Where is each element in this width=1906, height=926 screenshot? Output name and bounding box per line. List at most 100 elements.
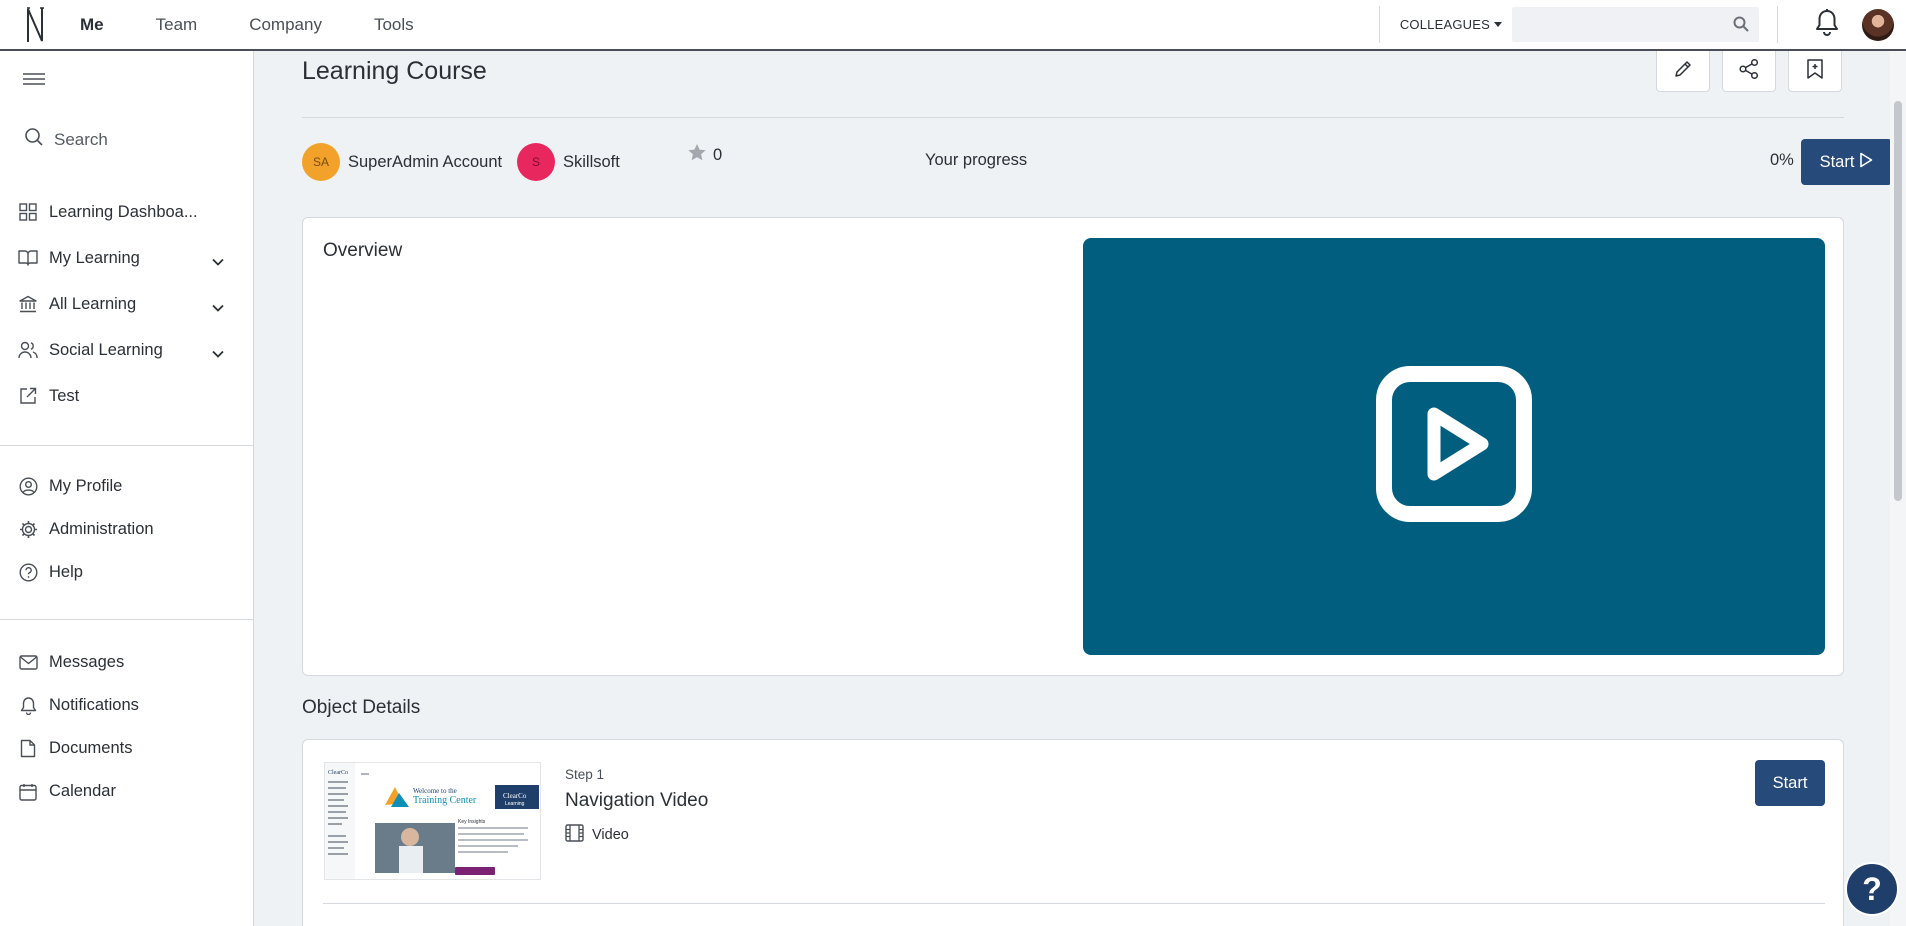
sidebar-search-label: Search <box>54 129 108 149</box>
book-icon <box>18 248 38 268</box>
step-start-button[interactable]: Start <box>1755 760 1825 806</box>
sidebar-divider <box>0 445 253 446</box>
sidebar-primary-group: Learning Dashboa... My Learning All Lear… <box>0 189 253 419</box>
colleagues-dropdown[interactable]: COLLEAGUES <box>1400 17 1502 32</box>
sidebar-item-my-learning[interactable]: My Learning <box>0 235 253 281</box>
sidebar-item-all-learning[interactable]: All Learning <box>0 281 253 327</box>
sidebar-item-label: Test <box>49 386 80 405</box>
nav-me[interactable]: Me <box>80 15 104 35</box>
top-search-input[interactable] <box>1512 7 1759 42</box>
overview-card: Overview <box>302 217 1844 676</box>
object-details-card: ClearCo Welcome to the Training Center C… <box>302 739 1844 926</box>
top-bar: Me Team Company Tools COLLEAGUES <box>0 0 1906 51</box>
chevron-down-icon[interactable] <box>212 252 224 271</box>
institution-icon <box>18 294 38 314</box>
nav-team[interactable]: Team <box>156 15 198 35</box>
step-type: Video <box>565 824 629 846</box>
step-number: Step 1 <box>565 767 605 782</box>
sidebar-item-label: My Learning <box>49 248 140 267</box>
top-search-box <box>1512 7 1759 42</box>
sidebar-item-messages[interactable]: Messages <box>0 641 253 684</box>
page-scrollbar[interactable] <box>1890 51 1906 926</box>
film-icon <box>565 824 584 846</box>
svg-text:ClearCo: ClearCo <box>328 770 348 776</box>
svg-text:Welcome to the: Welcome to the <box>413 787 457 795</box>
sidebar-divider <box>0 619 253 620</box>
step-title[interactable]: Navigation Video <box>565 790 708 812</box>
page-title: Learning Course <box>302 57 487 85</box>
share-button[interactable] <box>1722 51 1776 92</box>
star-icon <box>687 143 707 167</box>
nav-tools[interactable]: Tools <box>374 15 414 35</box>
sidebar-item-label: Messages <box>49 653 125 671</box>
sidebar-item-social-learning[interactable]: Social Learning <box>0 327 253 373</box>
author-chip[interactable]: SA SuperAdmin Account <box>302 143 502 181</box>
progress-label: Your progress <box>925 151 1028 169</box>
sidebar-item-test[interactable]: Test <box>0 373 253 419</box>
nav-company[interactable]: Company <box>249 15 322 35</box>
svg-text:Key Insights: Key Insights <box>458 819 486 825</box>
bookmark-button[interactable] <box>1788 51 1842 92</box>
edit-button[interactable] <box>1656 51 1710 92</box>
top-nav: Me Team Company Tools <box>80 0 466 49</box>
bell-icon <box>18 696 38 716</box>
sidebar-item-label: Help <box>49 563 83 581</box>
help-button[interactable]: ? <box>1845 862 1899 916</box>
sidebar-item-label: Social Learning <box>49 340 163 359</box>
sidebar-item-help[interactable]: Help <box>0 551 253 594</box>
search-icon <box>24 127 44 152</box>
sidebar-item-administration[interactable]: Administration <box>0 508 253 551</box>
user-avatar[interactable] <box>1862 8 1894 41</box>
step-divider <box>323 903 1825 904</box>
title-actions <box>1656 51 1842 92</box>
author-name: SuperAdmin Account <box>348 152 503 171</box>
colleagues-label: COLLEAGUES <box>1399 17 1490 32</box>
bell-icon[interactable] <box>1814 8 1840 41</box>
caret-down-icon <box>1494 22 1502 27</box>
divider <box>1777 6 1778 43</box>
provider-avatar: S <box>517 143 555 181</box>
hamburger-menu-icon[interactable] <box>22 71 46 92</box>
sidebar-item-label: Notifications <box>49 696 139 714</box>
course-meta-row: SA SuperAdmin Account S Skillsoft 0 Your… <box>302 139 1892 185</box>
external-link-icon <box>18 386 38 406</box>
progress-value: 0% <box>1770 151 1794 169</box>
sidebar-item-documents[interactable]: Documents <box>0 727 253 770</box>
svg-text:Training Center: Training Center <box>413 795 477 806</box>
user-circle-icon <box>18 477 38 497</box>
title-divider <box>302 117 1844 118</box>
step-type-label: Video <box>592 827 629 843</box>
rating-value: 0 <box>713 145 723 164</box>
step-thumbnail[interactable]: ClearCo Welcome to the Training Center C… <box>324 762 541 880</box>
play-icon[interactable] <box>1376 366 1532 527</box>
chevron-down-icon[interactable] <box>212 298 224 317</box>
users-icon <box>18 340 38 360</box>
svg-text:ClearCo: ClearCo <box>503 792 527 800</box>
sidebar-item-notifications[interactable]: Notifications <box>0 684 253 727</box>
sidebar-secondary-group: My Profile Administration Help <box>0 465 253 594</box>
logo-icon[interactable] <box>12 2 58 48</box>
rating: 0 <box>687 143 722 167</box>
main-content: Learning Course SA SuperAdmin Account S … <box>254 51 1892 926</box>
divider <box>1378 6 1380 43</box>
sidebar-item-label: Calendar <box>49 782 116 800</box>
calendar-icon <box>18 782 38 802</box>
share-icon <box>1738 58 1760 85</box>
sidebar-tertiary-group: Messages Notifications Documents Calenda… <box>0 641 253 813</box>
sidebar-item-learning-dashboard[interactable]: Learning Dashboa... <box>0 189 253 235</box>
sidebar-item-label: My Profile <box>49 477 123 495</box>
search-icon[interactable] <box>1733 16 1749 37</box>
object-details-title: Object Details <box>302 697 421 718</box>
chevron-down-icon[interactable] <box>212 344 224 363</box>
scrollbar-thumb[interactable] <box>1894 101 1902 501</box>
provider-chip[interactable]: S Skillsoft <box>517 143 620 181</box>
sidebar-search[interactable]: Search <box>24 127 108 152</box>
start-course-button[interactable]: Start <box>1801 139 1892 185</box>
sidebar-item-calendar[interactable]: Calendar <box>0 770 253 813</box>
overview-title: Overview <box>323 240 403 261</box>
sidebar-item-my-profile[interactable]: My Profile <box>0 465 253 508</box>
edit-pencil-icon <box>1673 59 1693 84</box>
sidebar-item-label: Documents <box>49 739 133 757</box>
video-player[interactable] <box>1083 238 1825 655</box>
document-icon <box>18 739 38 759</box>
